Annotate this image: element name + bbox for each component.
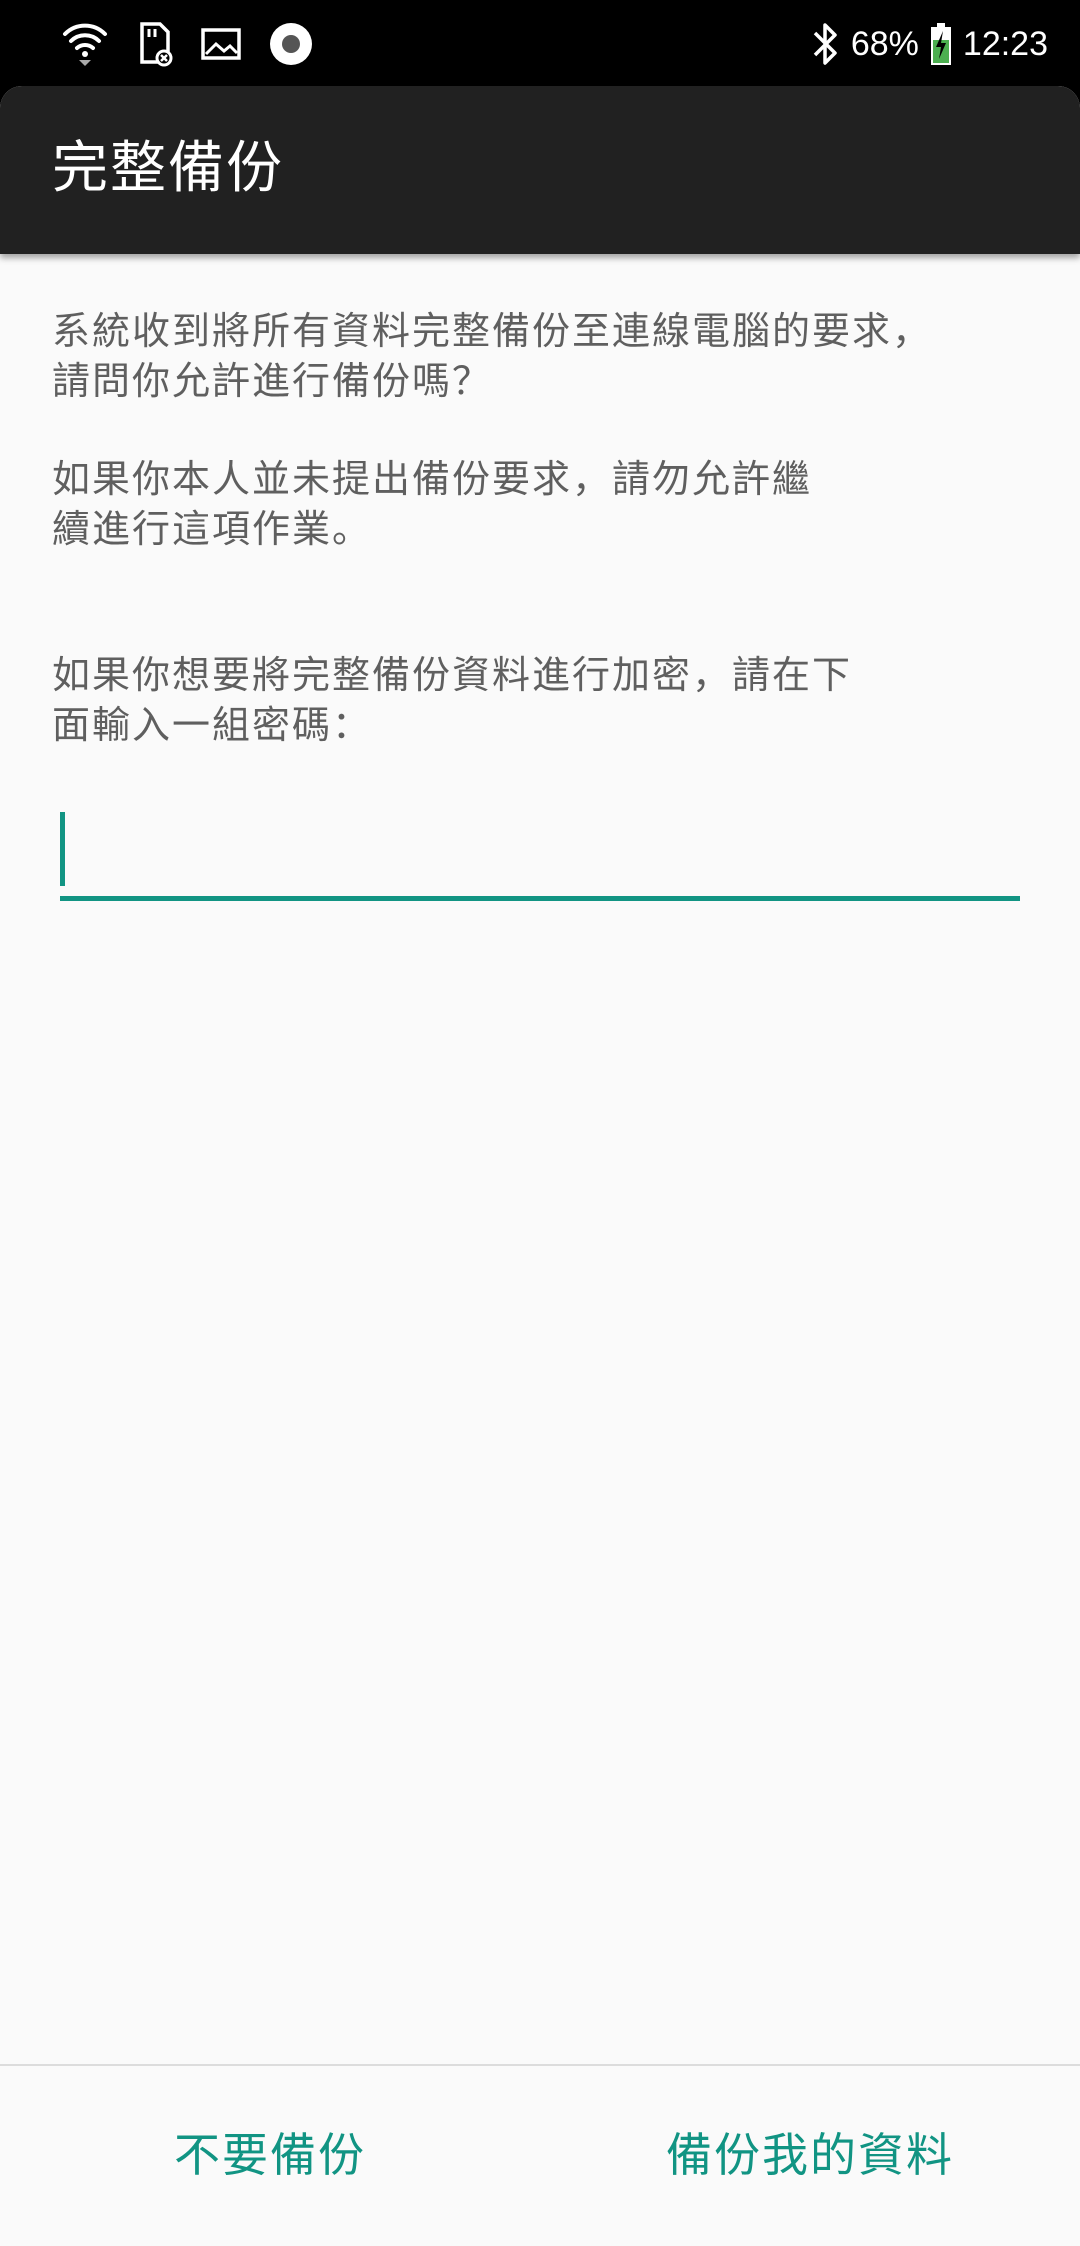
page-title: 完整備份 <box>52 136 284 201</box>
wifi-icon <box>62 20 108 68</box>
clock: 12:23 <box>962 24 1048 63</box>
screen: 68% 12:23 完整備份 系統收到將所有資料完整備份至連線電腦的要求， 請問… <box>0 0 1080 2246</box>
status-right: 68% 12:23 <box>811 18 1048 70</box>
status-bar: 68% 12:23 <box>0 0 1080 88</box>
app-bar: 完整備份 <box>0 86 1080 254</box>
image-icon <box>200 24 242 64</box>
bluetooth-icon <box>811 21 841 67</box>
status-left-icons <box>62 18 314 70</box>
backup-my-data-button[interactable]: 備份我的資料 <box>660 2110 960 2200</box>
text-cursor <box>60 812 65 886</box>
deny-backup-button[interactable]: 不要備份 <box>170 2110 370 2200</box>
record-icon <box>268 21 314 67</box>
battery-percent: 68% <box>850 24 919 63</box>
warning-text: 如果你本人並未提出備份要求，請勿允許繼 續進行這項作業。 <box>52 457 813 551</box>
sd-card-icon <box>134 20 174 68</box>
encryption-hint-text: 如果你想要將完整備份資料進行加密，請在下 面輸入一組密碼： <box>52 653 853 747</box>
battery-charging-icon <box>929 22 953 66</box>
action-bar: 不要備份 備份我的資料 <box>0 2064 1080 2246</box>
password-input[interactable] <box>60 806 1020 901</box>
backup-request-text: 系統收到將所有資料完整備份至連線電腦的要求， 請問你允許進行備份嗎？ <box>52 309 933 403</box>
backup-window: 完整備份 系統收到將所有資料完整備份至連線電腦的要求， 請問你允許進行備份嗎？ … <box>0 86 1080 2246</box>
dialog-content: 系統收到將所有資料完整備份至連線電腦的要求， 請問你允許進行備份嗎？ 如果你本人… <box>52 306 972 750</box>
